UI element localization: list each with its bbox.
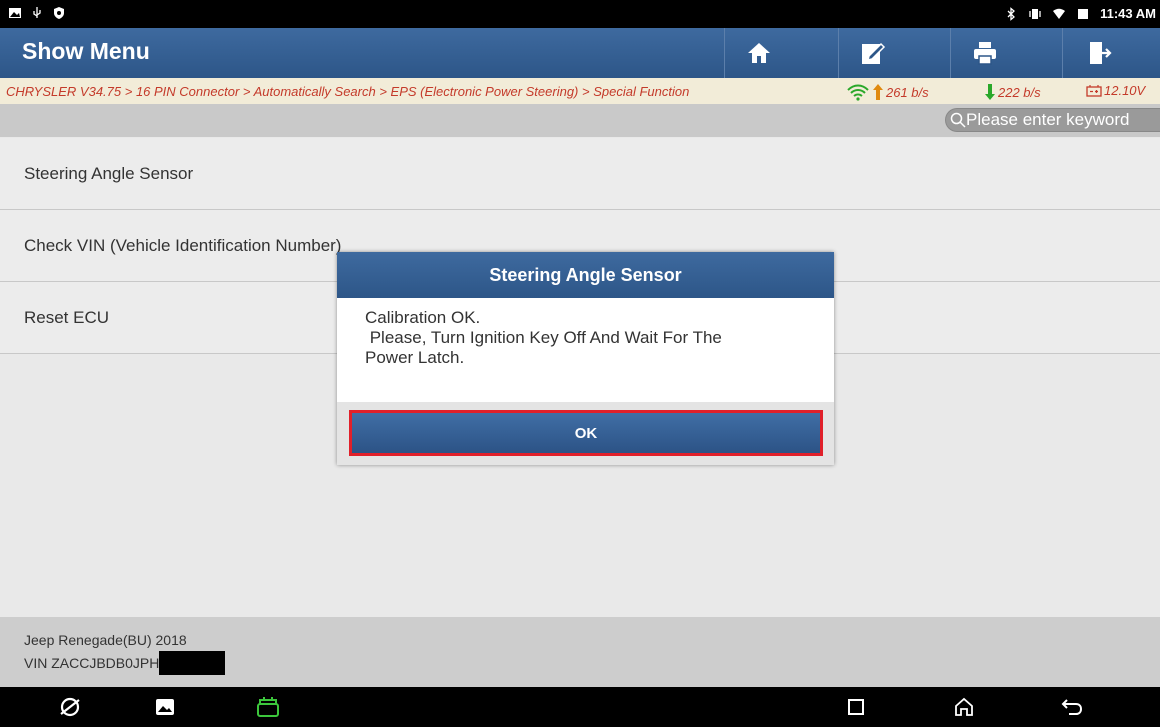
vehicle-info-footer: Jeep Renegade(BU) 2018 VIN ZACCJBDB0JPH [0, 617, 1160, 687]
voltage-text: 12.10V [1104, 83, 1146, 98]
wifi-signal-icon [847, 84, 869, 101]
download-arrow-icon [985, 84, 995, 100]
gallery-icon [156, 699, 174, 715]
list-item-label: Check VIN (Vehicle Identification Number… [24, 235, 342, 255]
android-nav-bar [0, 687, 1160, 727]
vci-button[interactable] [248, 687, 288, 727]
edit-report-icon [862, 42, 886, 64]
exit-button[interactable] [1066, 28, 1132, 78]
header-divider [724, 28, 725, 78]
result-dialog: Steering Angle Sensor Calibration OK. Pl… [337, 252, 834, 465]
vci-icon [257, 697, 279, 717]
image-icon [9, 8, 21, 18]
browser-icon [60, 697, 80, 717]
dialog-title: Steering Angle Sensor [337, 252, 834, 298]
search-placeholder: Please enter keyword [966, 110, 1130, 129]
search-icon [950, 112, 966, 128]
upload-arrow-icon [873, 84, 883, 100]
download-rate-text: 222 b/s [998, 84, 1041, 100]
print-button[interactable] [952, 28, 1018, 78]
print-icon [974, 42, 996, 65]
breadcrumb-bar: CHRYSLER V34.75 > 16 PIN Connector > Aut… [0, 78, 1160, 104]
battery-voltage-icon [1086, 84, 1102, 97]
search-input[interactable]: Please enter keyword [945, 108, 1160, 132]
home-button[interactable] [726, 28, 792, 78]
list-item-steering-angle-sensor[interactable]: Steering Angle Sensor [0, 138, 1160, 210]
exit-icon [1090, 42, 1112, 64]
browser-button[interactable] [50, 687, 90, 727]
wifi-icon [1053, 8, 1066, 19]
ok-button[interactable]: OK [349, 410, 823, 456]
vibrate-icon [1029, 8, 1041, 19]
recents-icon [848, 699, 864, 715]
home-nav-icon [955, 697, 973, 716]
edit-report-button[interactable] [840, 28, 906, 78]
vehicle-model: Jeep Renegade(BU) 2018 [24, 632, 187, 648]
gallery-button[interactable] [145, 687, 185, 727]
vin-redaction [159, 651, 226, 675]
usb-icon [33, 7, 41, 18]
recents-button[interactable] [836, 687, 876, 727]
list-item-label: Steering Angle Sensor [24, 163, 194, 183]
dialog-message-line: Please, Turn Ignition Key Off And Wait F… [365, 328, 722, 347]
shield-icon [54, 7, 64, 19]
header-divider [1062, 28, 1063, 78]
vin-row: VIN ZACCJBDB0JPH [24, 651, 226, 675]
back-icon [1061, 699, 1083, 715]
header-bar: Show Menu [0, 28, 1160, 78]
home-nav-button[interactable] [944, 687, 984, 727]
dialog-footer: OK [337, 402, 834, 465]
status-time: 11:43 AM [1100, 6, 1156, 21]
header-divider [950, 28, 951, 78]
back-button[interactable] [1052, 687, 1092, 727]
header-divider [838, 28, 839, 78]
breadcrumb: CHRYSLER V34.75 > 16 PIN Connector > Aut… [6, 84, 690, 99]
upload-rate: 261 b/s [846, 83, 929, 101]
list-item-label: Reset ECU [24, 307, 110, 327]
status-bar: 11:43 AM [0, 0, 1160, 28]
dialog-message: Calibration OK. Please, Turn Ignition Ke… [337, 298, 834, 402]
dialog-message-line: Power Latch. [365, 348, 465, 367]
page-title: Show Menu [22, 38, 150, 64]
dialog-message-line: Calibration OK. [365, 308, 481, 327]
upload-rate-text: 261 b/s [886, 84, 929, 100]
home-icon [748, 43, 770, 63]
vin-text: VIN ZACCJBDB0JPH [24, 655, 160, 671]
bluetooth-icon [1007, 6, 1016, 21]
battery-icon [1078, 8, 1089, 19]
search-row: Please enter keyword [0, 104, 1160, 137]
voltage-indicator: 12.10V [1086, 83, 1145, 98]
download-rate: 222 b/s [984, 83, 1041, 101]
